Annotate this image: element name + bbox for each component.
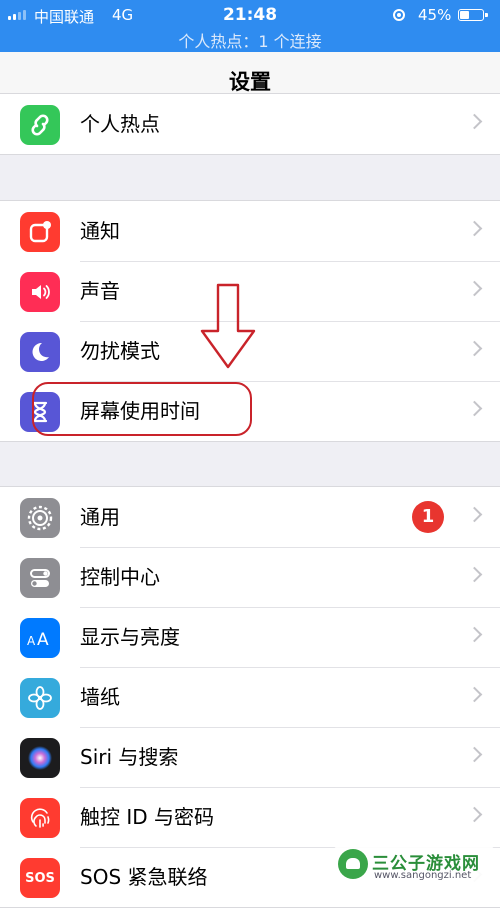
settings-row-label: Siri 与搜索 — [80, 745, 179, 769]
battery-icon — [458, 9, 488, 21]
chevron-right-icon — [466, 626, 483, 643]
siri-icon — [20, 738, 60, 778]
settings-row-personal-hotspot[interactable]: 个人热点 — [0, 94, 500, 154]
settings-row-wallpaper[interactable]: 墙纸 — [0, 667, 500, 727]
control-center-icon — [20, 558, 60, 598]
chevron-right-icon — [466, 746, 483, 763]
settings-row-notifications[interactable]: 通知 — [0, 201, 500, 261]
do-not-disturb-icon — [20, 332, 60, 372]
settings-row-label: 控制中心 — [80, 565, 160, 589]
chevron-right-icon — [466, 686, 483, 703]
chevron-right-icon — [466, 113, 483, 130]
hotspot-connection-banner[interactable]: 个人热点：1 个连接 — [0, 28, 500, 52]
settings-row-label: 通知 — [80, 219, 120, 243]
notifications-icon — [20, 212, 60, 252]
watermark: 三公子游戏网 www.sangongzi.net — [334, 845, 494, 885]
settings-row-label: 通用 — [80, 505, 120, 529]
chevron-right-icon — [466, 806, 483, 823]
watermark-url: www.sangongzi.net — [374, 870, 472, 881]
settings-row-siri-search[interactable]: Siri 与搜索 — [0, 727, 500, 787]
chevron-right-icon — [466, 220, 483, 237]
settings-row-label: 墙纸 — [80, 685, 120, 709]
chevron-right-icon — [466, 506, 483, 523]
status-bar: 中国联通 4G 21:48 45% 个人热点：1 个连接 — [0, 0, 500, 52]
general-icon — [20, 498, 60, 538]
notification-badge: 1 — [412, 501, 444, 533]
annotation-highlight-outline — [32, 382, 252, 436]
annotation-down-arrow-icon — [200, 283, 256, 369]
settings-row-touch-id-passcode[interactable]: 触控 ID 与密码 — [0, 787, 500, 847]
settings-row-label: SOS 紧急联络 — [80, 865, 208, 889]
personal-hotspot-icon — [20, 105, 60, 145]
chevron-right-icon — [466, 400, 483, 417]
settings-row-label: 触控 ID 与密码 — [80, 805, 215, 829]
settings-row-control-center[interactable]: 控制中心 — [0, 547, 500, 607]
chevron-right-icon — [466, 340, 483, 357]
settings-row-label: 显示与亮度 — [80, 625, 180, 649]
svg-text:A: A — [27, 634, 36, 648]
chevron-right-icon — [466, 280, 483, 297]
battery-percentage: 45% — [418, 6, 452, 24]
settings-row-label: 个人热点 — [80, 112, 160, 136]
settings-row-display-brightness[interactable]: AA 显示与亮度 — [0, 607, 500, 667]
settings-row-label: 声音 — [80, 279, 120, 303]
wallpaper-icon — [20, 678, 60, 718]
display-brightness-icon: AA — [20, 618, 60, 658]
sounds-icon — [20, 272, 60, 312]
touch-id-icon — [20, 798, 60, 838]
settings-row-general[interactable]: 通用 1 — [0, 487, 500, 547]
settings-row-label: 勿扰模式 — [80, 339, 160, 363]
watermark-logo-icon — [338, 849, 368, 879]
chevron-right-icon — [466, 566, 483, 583]
orientation-lock-icon — [393, 9, 405, 21]
sos-icon: SOS — [20, 858, 60, 898]
settings-group-connectivity: 个人热点 — [0, 93, 500, 155]
svg-text:A: A — [37, 630, 49, 650]
